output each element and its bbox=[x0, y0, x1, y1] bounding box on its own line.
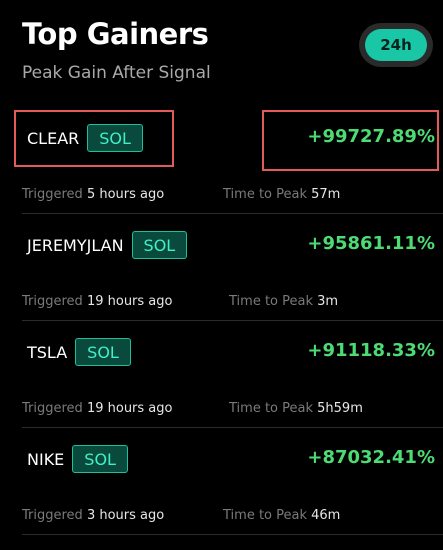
triggered-label: Triggered bbox=[22, 187, 83, 202]
gain-percent: +95861.11% bbox=[307, 233, 435, 254]
triggered-value: 19 hours ago bbox=[86, 294, 173, 309]
header: Top Gainers Peak Gain After Signal 24h bbox=[0, 0, 443, 100]
chain-badge: SOL bbox=[72, 445, 128, 473]
list-item[interactable]: JEREMYJLAN SOL +95861.11% Triggered 19 h… bbox=[0, 214, 443, 321]
page-title: Top Gainers bbox=[22, 17, 209, 51]
triggered-info: Triggered 3 hours ago bbox=[22, 508, 164, 523]
time-to-peak-value: 57m bbox=[311, 187, 341, 202]
time-to-peak-label: Time to Peak bbox=[229, 401, 313, 416]
gain-percent: +91118.33% bbox=[307, 340, 435, 361]
period-24h-button[interactable]: 24h bbox=[365, 29, 427, 61]
token-symbol: JEREMYJLAN bbox=[27, 235, 124, 255]
triggered-value: 5 hours ago bbox=[86, 187, 165, 202]
time-to-peak-info: Time to Peak 3m bbox=[229, 294, 338, 309]
time-to-peak-info: Time to Peak 57m bbox=[223, 187, 340, 202]
row-divider bbox=[22, 534, 443, 535]
time-to-peak-value: 46m bbox=[311, 508, 341, 523]
gainers-list: CLEAR SOL +99727.89% Triggered 5 hours a… bbox=[0, 107, 443, 535]
time-to-peak-label: Time to Peak bbox=[223, 508, 307, 523]
token-label: JEREMYJLAN SOL bbox=[27, 230, 188, 260]
time-to-peak-value: 5h59m bbox=[317, 401, 363, 416]
page-subtitle: Peak Gain After Signal bbox=[22, 63, 211, 83]
triggered-value: 3 hours ago bbox=[86, 508, 165, 523]
token-symbol: NIKE bbox=[27, 449, 65, 469]
chain-badge: SOL bbox=[131, 231, 188, 259]
triggered-label: Triggered bbox=[22, 401, 83, 416]
period-toggle[interactable]: 24h bbox=[359, 23, 433, 67]
token-label: NIKE SOL bbox=[27, 444, 128, 474]
time-to-peak-info: Time to Peak 5h59m bbox=[229, 401, 363, 416]
list-item[interactable]: NIKE SOL +87032.41% Triggered 3 hours ag… bbox=[0, 428, 443, 535]
triggered-info: Triggered 19 hours ago bbox=[22, 294, 172, 309]
time-to-peak-value: 3m bbox=[317, 294, 339, 309]
triggered-label: Triggered bbox=[22, 508, 83, 523]
gain-percent: +87032.41% bbox=[307, 447, 435, 468]
triggered-info: Triggered 5 hours ago bbox=[22, 187, 164, 202]
triggered-info: Triggered 19 hours ago bbox=[22, 401, 172, 416]
token-label: TSLA SOL bbox=[27, 337, 131, 367]
time-to-peak-info: Time to Peak 46m bbox=[223, 508, 340, 523]
highlight-box-gain bbox=[262, 110, 439, 171]
highlight-box-token bbox=[14, 110, 174, 167]
triggered-value: 19 hours ago bbox=[86, 401, 173, 416]
chain-badge: SOL bbox=[75, 338, 131, 366]
token-symbol: TSLA bbox=[27, 342, 68, 362]
time-to-peak-label: Time to Peak bbox=[223, 187, 307, 202]
time-to-peak-label: Time to Peak bbox=[229, 294, 313, 309]
list-item[interactable]: TSLA SOL +91118.33% Triggered 19 hours a… bbox=[0, 321, 443, 428]
triggered-label: Triggered bbox=[22, 294, 83, 309]
